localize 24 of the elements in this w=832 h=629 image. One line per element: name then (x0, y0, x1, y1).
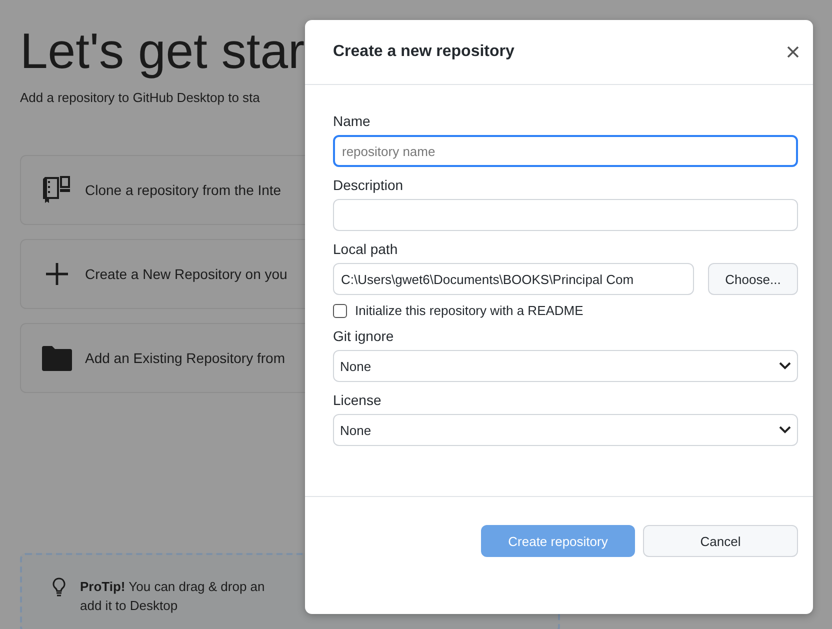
dialog-title: Create a new repository (333, 43, 514, 61)
field-label: Description (333, 177, 404, 193)
field-label: Git ignore (333, 328, 395, 344)
choose-button[interactable]: Choose... (708, 263, 798, 295)
field-label: Name (333, 113, 372, 129)
field-label: License (333, 392, 382, 408)
tip-text: ProTip! You can drag & drop an (80, 578, 265, 596)
chevron-down-icon (779, 426, 791, 434)
close-icon (787, 46, 799, 58)
folder-icon (41, 344, 73, 372)
dropdown[interactable]: None (333, 350, 798, 382)
book-icon (41, 174, 73, 206)
tip-text: add it to Desktop (80, 597, 179, 615)
text-field[interactable]: repository name (333, 135, 798, 167)
page-title: Let's get star (20, 22, 305, 80)
cancel-button[interactable]: Cancel (643, 525, 798, 557)
path-field[interactable]: C:\Users\gwet6\Documents\BOOKS\Principal Com (333, 263, 694, 295)
plus-icon (44, 261, 70, 287)
dropdown[interactable]: None (333, 414, 798, 446)
chevron-down-icon (779, 362, 791, 370)
page-subtitle: Add a repository to GitHub Desktop to sta (20, 90, 261, 105)
lightbulb-icon (52, 577, 66, 597)
checkbox[interactable] (333, 304, 347, 318)
field-label: Local path (333, 241, 399, 257)
